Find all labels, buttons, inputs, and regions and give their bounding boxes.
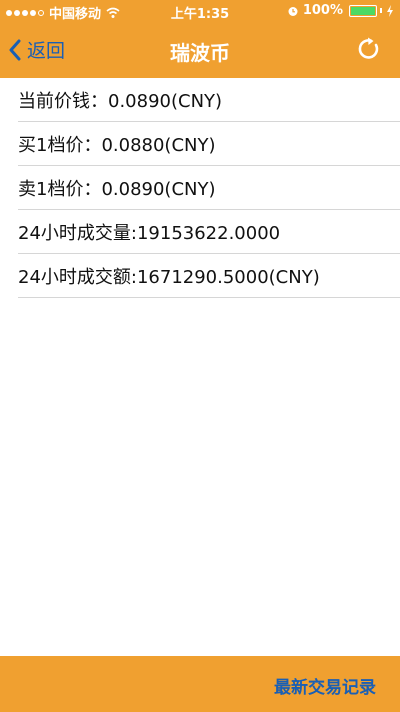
list-item: 卖1档价：0.0890(CNY)	[18, 166, 400, 210]
list-item: 买1档价：0.0880(CNY)	[18, 122, 400, 166]
row-text: 当前价钱：0.0890(CNY)	[18, 90, 223, 112]
navigation-bar: 返回 瑞波币	[0, 22, 400, 78]
price-info-list: 当前价钱：0.0890(CNY) 买1档价：0.0880(CNY) 卖1档价：0…	[0, 78, 400, 298]
row-text: 买1档价：0.0880(CNY)	[18, 134, 216, 156]
list-item: 24小时成交量:19153622.0000	[18, 210, 400, 254]
battery-percent: 100%	[302, 3, 343, 18]
status-bar: 中国移动 上午1:35 100%	[0, 0, 400, 22]
top-bar: 中国移动 上午1:35 100% 返回 瑞波币	[0, 0, 400, 78]
charging-bolt-icon	[387, 4, 393, 17]
battery-icon	[349, 4, 377, 17]
bottom-toolbar: 最新交易记录	[0, 656, 400, 712]
row-text: 24小时成交量:19153622.0000	[18, 222, 281, 244]
alarm-clock-icon	[288, 6, 298, 16]
battery-tip	[380, 8, 382, 13]
row-text: 24小时成交额:1671290.5000(CNY)	[18, 266, 320, 288]
page-title: 瑞波币	[170, 41, 230, 65]
row-text: 卖1档价：0.0890(CNY)	[18, 178, 216, 200]
list-item: 当前价钱：0.0890(CNY)	[18, 78, 400, 122]
latest-trades-link[interactable]: 最新交易记录	[274, 673, 376, 698]
list-item: 24小时成交额:1671290.5000(CNY)	[18, 254, 400, 298]
app-screen: 中国移动 上午1:35 100% 返回 瑞波币 当前价钱：0.0890(CNY)…	[0, 0, 400, 712]
status-right: 100%	[287, 3, 394, 18]
refresh-icon[interactable]	[356, 36, 382, 62]
